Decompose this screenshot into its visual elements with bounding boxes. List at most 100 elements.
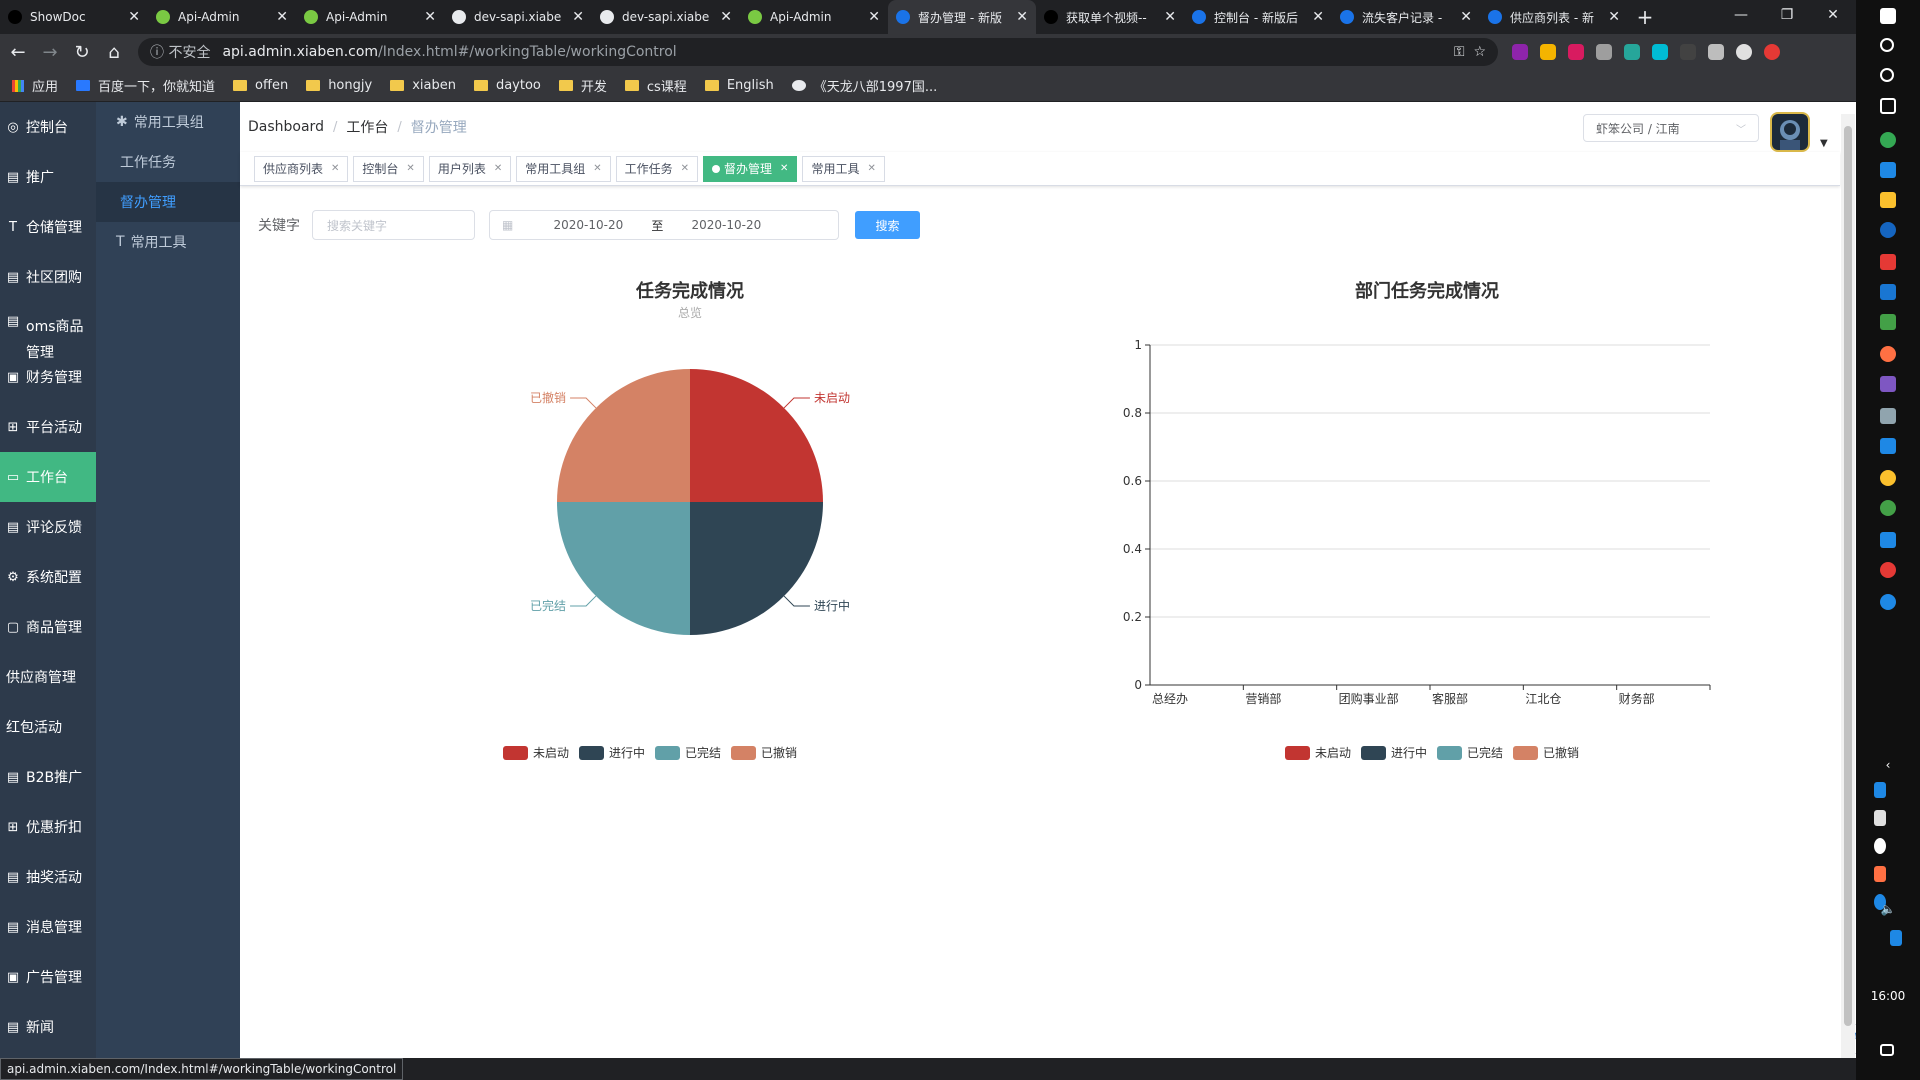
browser-tab[interactable]: ShowDoc ✕ <box>0 0 148 34</box>
tag-close-icon[interactable]: ✕ <box>867 163 875 174</box>
bookmark-item[interactable]: 开发 <box>558 76 607 95</box>
legend-item[interactable]: 未启动 <box>503 744 569 761</box>
tag-view-item[interactable]: 用户列表 ✕ <box>428 155 512 182</box>
app-icon[interactable] <box>1880 314 1896 330</box>
browser-tab[interactable]: 督办管理 - 新版 ✕ <box>888 0 1036 34</box>
browser-tab[interactable]: Api-Admin ✕ <box>296 0 444 34</box>
puzzle-icon[interactable] <box>1708 44 1724 60</box>
visual-studio-icon[interactable] <box>1880 376 1896 392</box>
baidu-ime-icon[interactable] <box>1890 930 1902 946</box>
scrollbar-thumb[interactable] <box>1844 126 1852 1026</box>
caret-down-icon[interactable]: ▼ <box>1820 138 1828 149</box>
filezilla-icon[interactable] <box>1880 254 1896 270</box>
tab-close-icon[interactable]: ✕ <box>572 9 584 25</box>
bookmark-item[interactable]: daytoo <box>473 78 541 93</box>
tag-view-item[interactable]: 督办管理 ✕ <box>703 155 798 182</box>
notification-icon[interactable] <box>1880 1044 1894 1056</box>
sidebar-item[interactable]: ▤ 评论反馈 <box>0 502 96 552</box>
tray-icon[interactable] <box>1874 866 1886 882</box>
browser-tab[interactable]: Api-Admin ✕ <box>740 0 888 34</box>
sidebar-item[interactable]: T 仓储管理 <box>0 202 96 252</box>
volume-icon[interactable]: 🔈 <box>1856 902 1920 916</box>
legend-item[interactable]: 未启动 <box>1285 744 1351 761</box>
sidebar-item[interactable]: ⚙ 系统配置 <box>0 552 96 602</box>
sidebar-item[interactable]: ▤ 推广 <box>0 152 96 202</box>
home-icon[interactable]: ⌂ <box>100 38 128 66</box>
bookmark-item[interactable]: cs课程 <box>624 76 687 95</box>
tray-icon[interactable] <box>1874 810 1886 826</box>
tag-close-icon[interactable]: ✕ <box>494 163 502 174</box>
bookmark-item[interactable]: hongjy <box>306 78 372 93</box>
submenu-tools[interactable]: T 常用工具 <box>96 222 240 262</box>
sidebar-item[interactable]: ▤ B2B推广 <box>0 752 96 802</box>
sidebar-item[interactable]: ▤ 新闻 <box>0 1002 96 1052</box>
app-icon[interactable] <box>1880 470 1896 486</box>
bookmark-item[interactable]: 《天龙八部1997国... <box>791 76 937 95</box>
app-icon[interactable] <box>1880 532 1896 548</box>
breadcrumb-item[interactable]: Dashboard <box>248 119 324 135</box>
sidebar-item[interactable]: ◎ 控制台 <box>0 102 96 152</box>
page-scrollbar[interactable] <box>1841 114 1855 1058</box>
search-button[interactable]: 搜索 <box>855 211 920 239</box>
tab-close-icon[interactable]: ✕ <box>1016 9 1028 25</box>
tag-close-icon[interactable]: ✕ <box>331 163 339 174</box>
browser-tab[interactable]: 流失客户记录 - ✕ <box>1332 0 1480 34</box>
browser-tab[interactable]: Api-Admin ✕ <box>148 0 296 34</box>
task-view-icon[interactable] <box>1880 98 1896 114</box>
tab-close-icon[interactable]: ✕ <box>1460 9 1472 25</box>
tag-view-item[interactable]: 常用工具组 ✕ <box>516 155 611 182</box>
sidebar-item[interactable]: ⊞ 优惠折扣 <box>0 802 96 852</box>
new-tab-icon[interactable]: + <box>1628 0 1662 34</box>
search-icon[interactable] <box>1880 38 1894 52</box>
tag-close-icon[interactable]: ✕ <box>681 163 689 174</box>
edge-icon[interactable] <box>1880 594 1896 610</box>
sidebar-item[interactable]: ⊞ 平台活动 <box>0 402 96 452</box>
bookmark-item[interactable]: 应用 <box>12 76 58 95</box>
bookmark-item[interactable]: English <box>704 78 774 93</box>
profile-icon[interactable] <box>1736 44 1752 60</box>
submenu-item[interactable]: 督办管理 <box>96 182 240 222</box>
omnibox[interactable]: ⓘ 不安全 api.admin.xiaben.com/Index.html#/w… <box>138 38 1498 66</box>
tag-close-icon[interactable]: ✕ <box>593 163 601 174</box>
tab-close-icon[interactable]: ✕ <box>720 9 732 25</box>
tag-view-item[interactable]: 工作任务 ✕ <box>615 155 699 182</box>
chrome-icon[interactable] <box>1880 132 1896 148</box>
update-icon[interactable] <box>1764 44 1780 60</box>
sidebar-item[interactable]: ▤ oms商品管理 <box>0 302 96 361</box>
bookmark-item[interactable]: 百度一下，你就知道 <box>76 76 215 95</box>
tab-close-icon[interactable]: ✕ <box>1312 9 1324 25</box>
sidebar-item[interactable]: 供应商管理 <box>0 652 96 702</box>
submenu-item[interactable]: 工作任务 <box>96 142 240 182</box>
tag-view-item[interactable]: 供应商列表 ✕ <box>254 155 349 182</box>
keyword-input[interactable]: 搜索关键字 <box>312 210 475 240</box>
insecure-label[interactable]: ⓘ 不安全 <box>150 42 210 62</box>
wechat-icon[interactable] <box>1880 500 1896 516</box>
extension-icon[interactable] <box>1680 44 1696 60</box>
cortana-icon[interactable] <box>1880 68 1894 82</box>
tab-close-icon[interactable]: ✕ <box>1164 9 1176 25</box>
extension-icon[interactable] <box>1512 44 1528 60</box>
bookmark-item[interactable]: xiaben <box>390 78 456 93</box>
windows-start-icon[interactable] <box>1880 8 1896 24</box>
browser-tab[interactable]: dev-sapi.xiabe ✕ <box>592 0 740 34</box>
clock[interactable]: 16:00 <box>1856 989 1920 1003</box>
sidebar-item[interactable]: ▤ 消息管理 <box>0 902 96 952</box>
tray-icon[interactable] <box>1874 782 1886 798</box>
legend-item[interactable]: 已撤销 <box>731 744 797 761</box>
app-icon[interactable] <box>1880 346 1896 362</box>
vscode-icon[interactable] <box>1880 284 1896 300</box>
browser-tab[interactable]: 供应商列表 - 新 ✕ <box>1480 0 1628 34</box>
back-icon[interactable]: ← <box>4 38 32 66</box>
sidebar-item[interactable]: ▤ 抽奖活动 <box>0 852 96 902</box>
tab-close-icon[interactable]: ✕ <box>424 9 436 25</box>
legend-item[interactable]: 进行中 <box>579 744 645 761</box>
company-select[interactable]: 虾笨公司 / 江南 ﹀ <box>1583 114 1759 142</box>
tab-close-icon[interactable]: ✕ <box>868 9 880 25</box>
legend-item[interactable]: 已完结 <box>1437 744 1503 761</box>
tab-close-icon[interactable]: ✕ <box>1608 9 1620 25</box>
bookmark-star-icon[interactable]: ⚿ ☆ <box>1454 44 1486 60</box>
sidebar-item[interactable]: ▭ 工作台 <box>0 452 96 502</box>
sidebar-item[interactable]: 红包活动 <box>0 702 96 752</box>
tag-close-icon[interactable]: ✕ <box>406 163 414 174</box>
legend-item[interactable]: 进行中 <box>1361 744 1427 761</box>
